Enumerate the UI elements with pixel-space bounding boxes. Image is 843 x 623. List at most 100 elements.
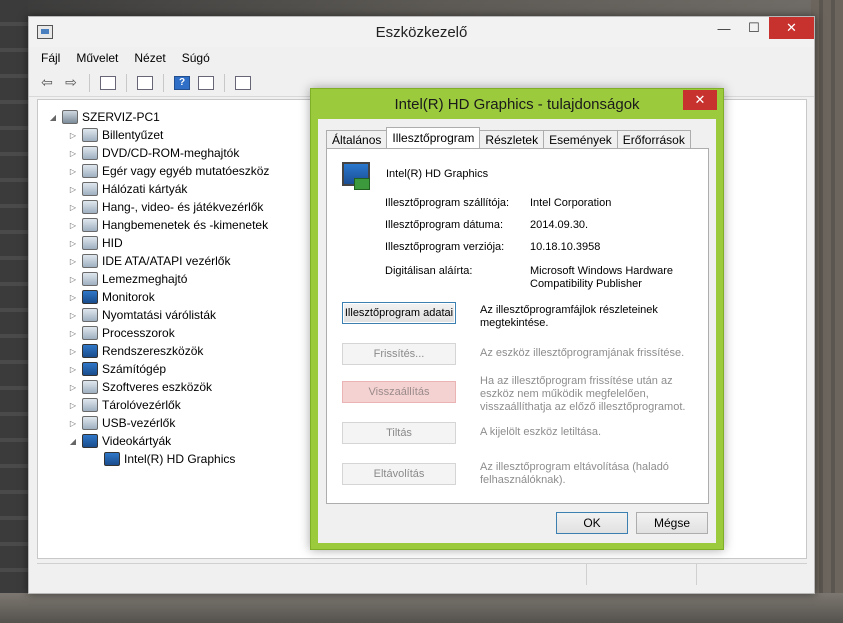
computer-icon <box>82 362 98 376</box>
expand-icon[interactable]: ▷ <box>68 365 78 374</box>
dialog-close-button[interactable]: ✕ <box>683 90 717 110</box>
expand-icon[interactable]: ▷ <box>68 167 78 176</box>
uninstall-driver-description: Az illesztőprogram eltávolítása (haladó … <box>480 461 669 486</box>
menu-help[interactable]: Súgó <box>182 51 210 65</box>
toolbar-separator <box>163 73 164 92</box>
device-header: Intel(R) HD Graphics <box>342 162 488 190</box>
expand-icon[interactable]: ▷ <box>68 275 78 284</box>
uninstall-driver-button[interactable]: Eltávolítás <box>342 463 456 485</box>
expand-icon[interactable]: ▷ <box>68 203 78 212</box>
arrow-right-icon[interactable]: ⇨ <box>61 73 81 93</box>
collapse-icon[interactable]: ◢ <box>48 113 58 122</box>
tab-events[interactable]: Események <box>543 130 618 148</box>
menubar: Fájl Művelet Nézet Súgó <box>29 47 814 69</box>
cancel-button[interactable]: Mégse <box>636 512 708 534</box>
help-button[interactable]: ? <box>172 73 192 93</box>
property-row-date: Illesztőprogram dátuma: 2014.09.30. <box>385 219 700 232</box>
properties-dialog: Intel(R) HD Graphics - tulajdonságok ✕ Á… <box>310 88 724 550</box>
expand-icon[interactable]: ▷ <box>68 149 78 158</box>
expand-icon[interactable]: ▷ <box>68 347 78 356</box>
tree-item-label: Processzorok <box>102 326 175 340</box>
main-title: Eszközkezelő <box>375 23 468 41</box>
expand-icon[interactable]: ▷ <box>68 293 78 302</box>
expand-icon[interactable]: ▷ <box>68 419 78 428</box>
network-adapter-icon <box>82 182 98 196</box>
ide-controller-icon <box>82 254 98 268</box>
expand-icon[interactable]: ▷ <box>68 221 78 230</box>
driver-tab-panel: Intel(R) HD Graphics Illesztőprogram szá… <box>326 148 709 504</box>
tab-general[interactable]: Általános <box>326 130 388 148</box>
scan-hardware-icon <box>235 75 251 90</box>
disable-device-button[interactable]: Tiltás <box>342 422 456 444</box>
collapse-icon[interactable]: ◢ <box>68 437 78 446</box>
tree-item-label: Videokártyák <box>102 434 172 448</box>
software-device-icon <box>82 380 98 394</box>
property-row-provider: Illesztőprogram szállítója: Intel Corpor… <box>385 197 700 210</box>
property-row-signer: Digitálisan aláírta: Microsoft Windows H… <box>385 265 700 291</box>
arrow-left-icon[interactable]: ⇦ <box>37 73 57 93</box>
driver-details-description: Az illesztőprogramfájlok részleteinek me… <box>480 304 658 329</box>
property-row-version: Illesztőprogram verziója: 10.18.10.3958 <box>385 241 700 254</box>
properties-icon <box>137 75 153 90</box>
tree-item-label: Intel(R) HD Graphics <box>124 452 236 466</box>
wallpaper-bottom <box>0 593 843 623</box>
console-tree-icon <box>100 75 116 90</box>
dialog-body: Általános Illesztőprogram Részletek Esem… <box>318 119 716 543</box>
maximize-button[interactable]: ☐ <box>739 17 769 39</box>
tab-details[interactable]: Részletek <box>479 130 545 148</box>
expand-icon[interactable]: ▷ <box>68 257 78 266</box>
hid-icon <box>82 236 98 250</box>
ok-button[interactable]: OK <box>556 512 628 534</box>
expand-icon[interactable]: ▷ <box>68 401 78 410</box>
menu-file[interactable]: Fájl <box>41 51 60 65</box>
roll-back-driver-button[interactable]: Visszaállítás <box>342 381 456 403</box>
disable-device-description: A kijelölt eszköz letiltása. <box>480 426 602 438</box>
expand-icon[interactable]: ▷ <box>68 239 78 248</box>
printer-icon <box>82 308 98 322</box>
status-cell <box>587 564 697 585</box>
tree-item-label: IDE ATA/ATAPI vezérlők <box>102 254 231 268</box>
property-label: Illesztőprogram verziója: <box>385 241 505 253</box>
status-cell <box>697 564 805 585</box>
dialog-tabs: Általános Illesztőprogram Részletek Esem… <box>326 127 691 148</box>
menu-action[interactable]: Művelet <box>76 51 118 65</box>
dialog-title: Intel(R) HD Graphics - tulajdonságok <box>394 95 640 113</box>
tree-item-label: Szoftveres eszközök <box>102 380 213 394</box>
tree-item-label: Hangbemenetek és -kimenetek <box>102 218 269 232</box>
show-hide-console-tree-button[interactable] <box>98 73 118 93</box>
processor-icon <box>82 326 98 340</box>
expand-icon[interactable]: ▷ <box>68 131 78 140</box>
dialog-titlebar[interactable]: Intel(R) HD Graphics - tulajdonságok ✕ <box>311 89 723 119</box>
device-manager-icon <box>37 25 53 39</box>
property-value: 10.18.10.3958 <box>530 241 601 253</box>
tree-item-label: USB-vezérlők <box>102 416 176 430</box>
view-icon <box>198 75 214 90</box>
minimize-button[interactable]: — <box>709 17 739 39</box>
expand-icon[interactable]: ▷ <box>68 185 78 194</box>
view-button[interactable] <box>196 73 216 93</box>
mouse-icon <box>82 164 98 178</box>
tab-driver[interactable]: Illesztőprogram <box>386 127 481 148</box>
tree-item-label: Billentyűzet <box>102 128 164 142</box>
speaker-icon <box>82 200 98 214</box>
update-driver-button[interactable]: Frissítés... <box>342 343 456 365</box>
tab-resources[interactable]: Erőforrások <box>616 130 691 148</box>
property-label: Digitálisan aláírta: <box>385 265 473 277</box>
tree-item-label: Lemezmeghajtó <box>102 272 188 286</box>
expand-icon[interactable]: ▷ <box>68 329 78 338</box>
property-value: Intel Corporation <box>530 197 612 209</box>
driver-details-button[interactable]: Illesztőprogram adatai <box>342 302 456 324</box>
properties-button[interactable] <box>135 73 155 93</box>
storage-controller-icon <box>82 398 98 412</box>
expand-icon[interactable]: ▷ <box>68 383 78 392</box>
dvd-drive-icon <box>82 146 98 160</box>
tree-item-label: Hálózati kártyák <box>102 182 188 196</box>
tree-item-label: DVD/CD-ROM-meghajtók <box>102 146 240 160</box>
tree-root-label: SZERVIZ-PC1 <box>82 110 160 124</box>
close-button[interactable]: ✕ <box>769 17 814 39</box>
expand-icon[interactable]: ▷ <box>68 311 78 320</box>
display-adapter-icon <box>342 162 370 190</box>
scan-hardware-button[interactable] <box>233 73 253 93</box>
menu-view[interactable]: Nézet <box>134 51 165 65</box>
disk-drive-icon <box>82 272 98 286</box>
